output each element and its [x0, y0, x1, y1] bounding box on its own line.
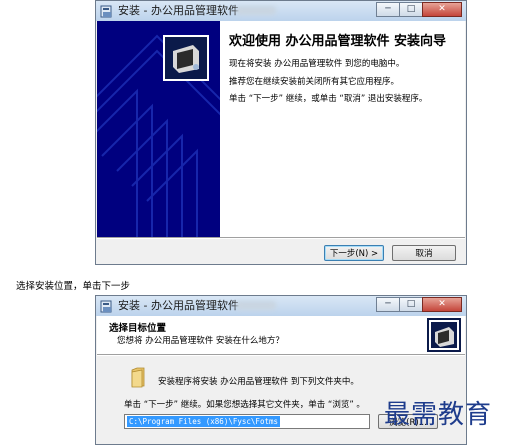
welcome-heading: 欢迎使用 办公用品管理软件 安装向导	[229, 34, 447, 49]
title-bar[interactable]: 安装 - 办公用品管理软件 ─ □ ✕	[96, 296, 466, 316]
footer-divider	[97, 237, 465, 239]
title-blur	[236, 301, 276, 310]
close-button[interactable]: ✕	[422, 2, 462, 17]
folder-icon	[131, 367, 145, 388]
welcome-line-2: 推荐您在继续安装前关闭所有其它应用程序。	[229, 77, 400, 87]
page-subtitle: 您想将 办公用品管理软件 安装在什么地方？	[117, 336, 284, 346]
minimize-button[interactable]: ─	[376, 2, 400, 17]
window-title: 安装 - 办公用品管理软件	[118, 4, 239, 17]
welcome-line-3: 单击 “下一步” 继续，或单击 “取消” 退出安装程序。	[229, 94, 428, 104]
title-blur	[236, 6, 276, 15]
destination-path-input[interactable]: C:\Program Files (x86)\Fysc\Fotms	[124, 414, 370, 429]
maximize-button[interactable]: □	[399, 297, 423, 312]
wizard-banner-image	[97, 21, 220, 237]
installer-app-icon	[100, 300, 112, 313]
installer-app-icon	[100, 5, 112, 18]
installer-welcome-window: 安装 - 办公用品管理软件 ─ □ ✕ 欢迎使用 办公用品管理软件 安装向导 现…	[95, 0, 467, 265]
watermark-logo: 最需教育	[384, 400, 493, 430]
header-divider	[97, 354, 465, 356]
banner-pattern	[97, 34, 220, 237]
page-title: 选择目标位置	[109, 323, 167, 334]
cancel-button[interactable]: 取消	[392, 245, 456, 261]
destination-path-value: C:\Program Files (x86)\Fysc\Fotms	[127, 416, 281, 427]
title-bar[interactable]: 安装 - 办公用品管理软件 ─ □ ✕	[96, 1, 466, 21]
welcome-line-1: 现在将安装 办公用品管理软件 到您的电脑中。	[229, 59, 405, 69]
instruction-text: 单击 “下一步” 继续。如果您想选择其它文件夹，单击 “浏览” 。	[124, 400, 365, 410]
maximize-button[interactable]: □	[399, 2, 423, 17]
wizard-header: 选择目标位置 您想将 办公用品管理软件 安装在什么地方？	[97, 316, 465, 354]
window-title: 安装 - 办公用品管理软件	[118, 299, 239, 312]
install-location-text: 安装程序将安装 办公用品管理软件 到下列文件夹中。	[158, 377, 359, 387]
step-caption: 选择安装位置，单击下一步	[16, 281, 131, 292]
welcome-content: 欢迎使用 办公用品管理软件 安装向导 现在将安装 办公用品管理软件 到您的电脑中…	[220, 21, 465, 237]
close-button[interactable]: ✕	[422, 297, 462, 312]
minimize-button[interactable]: ─	[376, 297, 400, 312]
next-button[interactable]: 下一步(N) >	[324, 245, 384, 261]
installer-logo-icon	[427, 318, 461, 352]
